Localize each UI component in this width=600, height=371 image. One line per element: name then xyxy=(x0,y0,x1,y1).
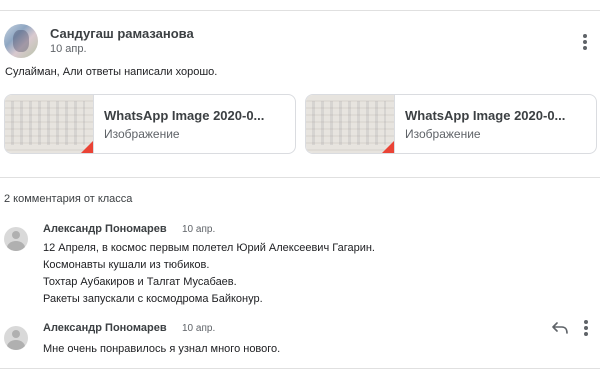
comment-text-line: Космонавты кушали из тюбиков. xyxy=(43,259,210,271)
comment-avatar xyxy=(4,227,28,251)
attachment-title: WhatsApp Image 2020-0... xyxy=(405,108,566,123)
comment-author: Александр Пономарев xyxy=(43,322,167,334)
post-date: 10 апр. xyxy=(50,43,87,55)
comment-text-line: Ракеты запускали с космодрома Байконур. xyxy=(43,293,263,305)
comments-count-link[interactable]: 2 комментария от класса xyxy=(4,193,132,205)
image-thumbnail xyxy=(306,95,395,153)
comment-avatar xyxy=(4,326,28,350)
divider xyxy=(0,368,600,369)
divider xyxy=(0,177,600,178)
attachment-card[interactable]: WhatsApp Image 2020-0... Изображение xyxy=(305,94,597,154)
comment-text-line: Мне очень понравилось я узнал много ново… xyxy=(43,343,281,355)
comment-date: 10 апр. xyxy=(182,224,216,235)
comment-author: Александр Пономарев xyxy=(43,223,167,235)
attachment-type: Изображение xyxy=(405,127,481,141)
image-type-icon xyxy=(81,141,93,153)
attachment-card[interactable]: WhatsApp Image 2020-0... Изображение xyxy=(4,94,296,154)
comment-text-line: Тохтар Аубакиров и Талгат Мусабаев. xyxy=(43,276,237,288)
author-avatar[interactable] xyxy=(4,24,38,58)
more-vert-icon[interactable] xyxy=(582,320,590,338)
post-text: Сулайман, Али ответы написали хорошо. xyxy=(5,66,218,78)
post-author[interactable]: Сандугаш рамазанова xyxy=(50,26,194,41)
reply-icon[interactable] xyxy=(552,322,568,334)
card-top-border xyxy=(0,10,600,11)
attachment-type: Изображение xyxy=(104,127,180,141)
comment-text-line: 12 Апреля, в космос первым полетел Юрий … xyxy=(43,242,375,254)
image-type-icon xyxy=(382,141,394,153)
image-thumbnail xyxy=(5,95,94,153)
attachment-title: WhatsApp Image 2020-0... xyxy=(104,108,265,123)
more-vert-icon[interactable] xyxy=(581,34,589,52)
comment-date: 10 апр. xyxy=(182,323,216,334)
